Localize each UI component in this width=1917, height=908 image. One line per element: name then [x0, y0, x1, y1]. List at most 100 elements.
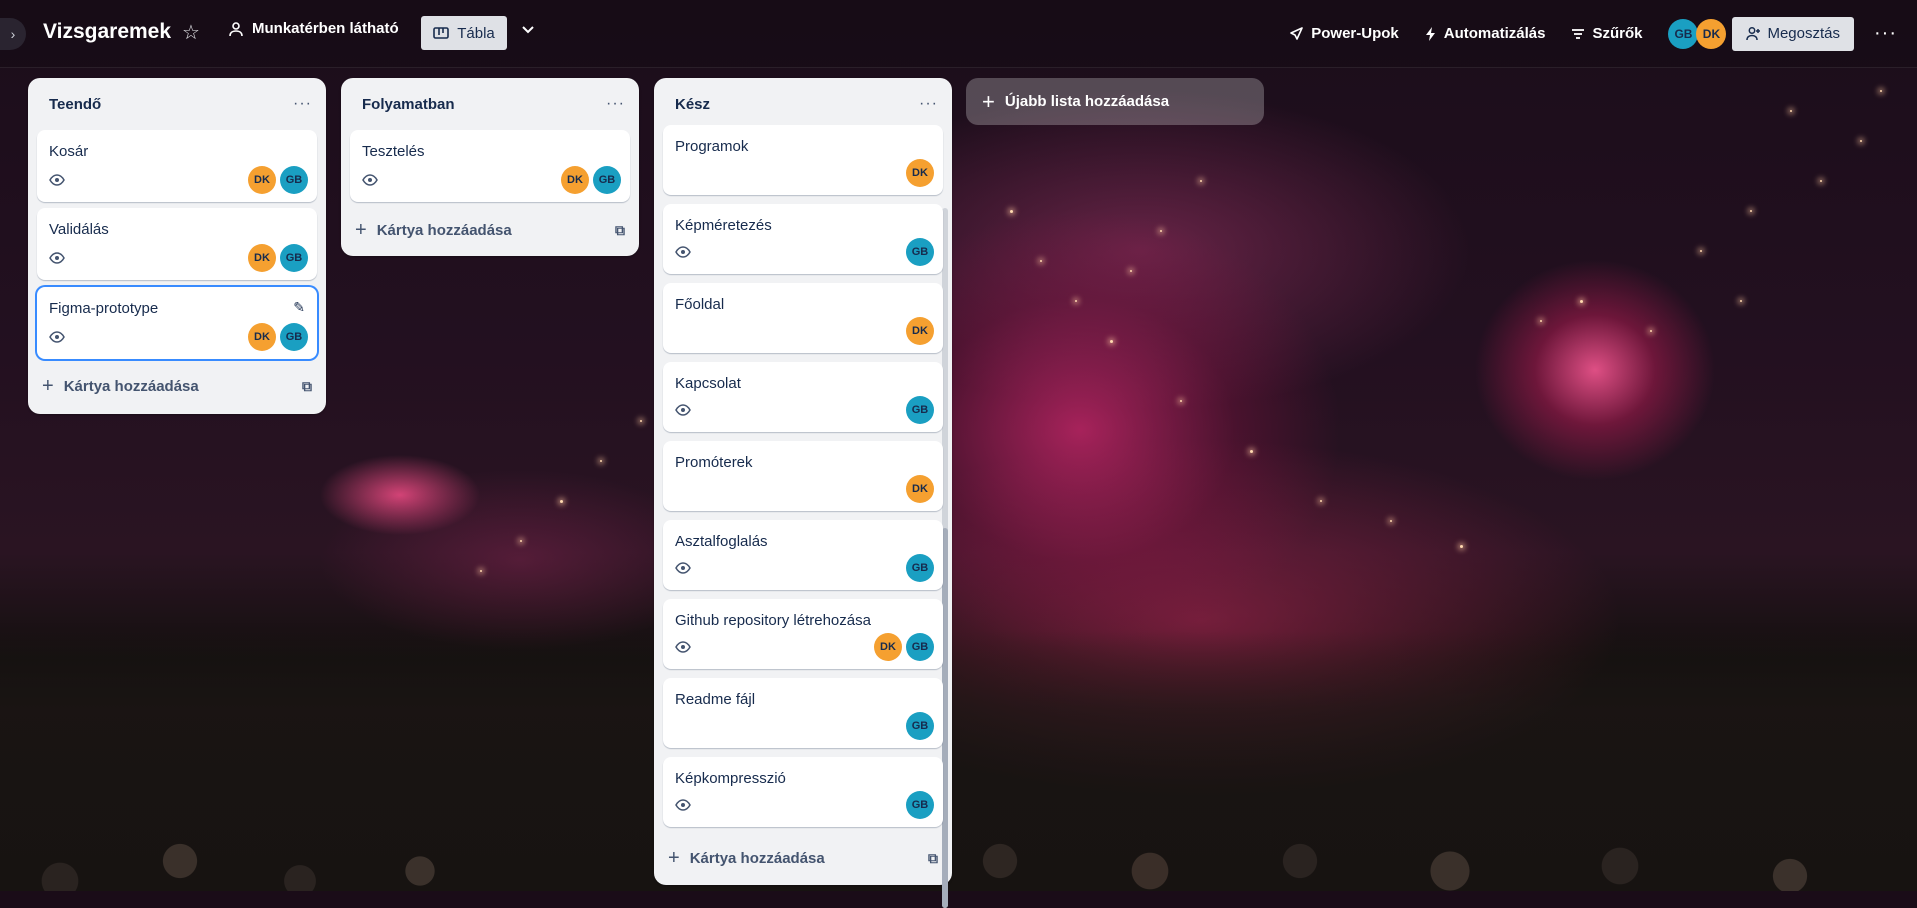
sparkle — [600, 460, 602, 462]
card-title: Kosár — [49, 143, 89, 160]
card-members: DK GB — [248, 323, 308, 351]
card[interactable]: Képkompresszió GB — [663, 757, 943, 827]
star-button[interactable]: ☆ — [182, 20, 200, 45]
template-icon[interactable]: ⧉ — [928, 850, 938, 867]
automation-label: Automatizálás — [1443, 25, 1546, 42]
share-button[interactable]: Megosztás — [1732, 16, 1855, 51]
add-card-label: Kártya hozzáadása — [63, 377, 199, 395]
member-avatar[interactable]: GB — [906, 238, 934, 266]
eye-icon — [675, 245, 691, 263]
list-header: Teendő ··· — [28, 78, 326, 130]
member-avatar[interactable]: GB — [906, 396, 934, 424]
list-title[interactable]: Teendő — [49, 96, 101, 113]
member-avatar[interactable]: GB — [280, 244, 308, 272]
list-title[interactable]: Folyamatban — [362, 96, 455, 113]
card[interactable]: Github repository létrehozása DK GB — [663, 599, 943, 669]
list-title[interactable]: Kész — [675, 96, 710, 113]
header-tools: Power-Upok Automatizálás Szűrők GB DK Me… — [1288, 0, 1917, 67]
member-avatar[interactable]: DK — [874, 633, 902, 661]
list-folyamatban[interactable]: Folyamatban ··· Tesztelés DK GB + Kártya hozzá… — [341, 78, 639, 256]
member-avatar[interactable]: GB — [280, 166, 308, 194]
member-avatar[interactable]: DK — [561, 166, 589, 194]
sparkle — [1390, 520, 1392, 522]
share-label: Megosztás — [1767, 25, 1841, 42]
card[interactable]: Asztalfoglalás GB — [663, 520, 943, 590]
card-title: Readme fájl — [675, 691, 756, 708]
member-avatar[interactable]: GB — [906, 633, 934, 661]
automation-button[interactable]: Automatizálás — [1425, 25, 1546, 42]
list-header: Kész ··· — [654, 78, 952, 130]
card[interactable]: Programok DK — [663, 125, 943, 195]
power-ups-button[interactable]: Power-Upok — [1288, 25, 1399, 42]
card-members: DK GB — [248, 166, 308, 194]
card[interactable]: Validálás DK GB — [37, 208, 317, 280]
visibility-button[interactable]: Munkatérben látható — [228, 20, 399, 37]
card-members: GB — [906, 554, 934, 582]
board-view-button[interactable]: Tábla — [421, 16, 507, 50]
add-person-icon — [1746, 27, 1761, 41]
view-switcher-button[interactable] — [520, 21, 536, 42]
member-avatar[interactable]: GB — [906, 554, 934, 582]
rocket-icon — [1290, 26, 1304, 40]
add-card-button[interactable]: + Kártya hozzáadása ⧉ — [355, 214, 625, 246]
chevron-right-icon: › — [10, 26, 16, 42]
member-avatar[interactable]: GB — [280, 323, 308, 351]
plus-icon: + — [42, 374, 54, 397]
card[interactable]: Kosár DK GB — [37, 130, 317, 202]
card-title: Figma-prototype — [49, 300, 159, 317]
board-menu-button[interactable]: ··· — [1874, 22, 1897, 45]
sidebar-toggle-button[interactable]: › — [0, 18, 26, 50]
member-avatar[interactable]: DK — [906, 475, 934, 503]
card-members: DK GB — [248, 244, 308, 272]
board-view-label: Tábla — [457, 24, 495, 42]
add-list-button[interactable]: + Újabb lista hozzáadása — [966, 78, 1264, 125]
card[interactable]: Readme fájl GB — [663, 678, 943, 748]
list-menu-button[interactable]: ··· — [606, 95, 625, 113]
member-avatar[interactable]: GB — [906, 791, 934, 819]
filters-button[interactable]: Szűrők — [1571, 25, 1642, 42]
card-members: DK GB — [874, 633, 934, 661]
eye-icon — [49, 173, 65, 191]
add-card-label: Kártya hozzáadása — [376, 221, 512, 239]
member-avatar[interactable]: DK — [906, 317, 934, 345]
sparkle — [1750, 210, 1752, 212]
add-card-button[interactable]: + Kártya hozzáadása ⧉ — [42, 370, 312, 402]
card[interactable]: Tesztelés DK GB — [350, 130, 630, 202]
add-card-button[interactable]: + Kártya hozzáadása ⧉ — [668, 842, 938, 874]
member-avatar[interactable]: DK — [906, 159, 934, 187]
sparkle — [1860, 140, 1862, 142]
card[interactable]: Főoldal DK — [663, 283, 943, 353]
list-menu-button[interactable]: ··· — [919, 95, 938, 113]
member-avatar[interactable]: GB — [906, 712, 934, 740]
board-header: › Vizsgaremek ☆ Munkatérben látható Tábl… — [0, 0, 1917, 68]
sparkle — [1160, 230, 1162, 232]
sparkle — [640, 420, 642, 422]
eye-icon — [675, 403, 691, 421]
card-members: GB — [906, 396, 934, 424]
card[interactable]: Figma-prototype ✎ DK GB — [37, 287, 317, 359]
power-ups-label: Power-Upok — [1311, 25, 1399, 42]
card[interactable]: Kapcsolat GB — [663, 362, 943, 432]
sparkle — [1180, 400, 1182, 402]
card[interactable]: Képméretezés GB — [663, 204, 943, 274]
card[interactable]: Promóterek DK — [663, 441, 943, 511]
member-avatar[interactable]: GB — [593, 166, 621, 194]
member-avatar[interactable]: DK — [1696, 18, 1727, 49]
eye-icon — [49, 251, 65, 269]
list-kesz[interactable]: Kész ··· Programok DK Képméretezés GB Főoldal D… — [654, 78, 952, 908]
template-icon[interactable]: ⧉ — [302, 378, 312, 395]
list-menu-button[interactable]: ··· — [293, 95, 312, 113]
card-title: Asztalfoglalás — [675, 533, 768, 550]
list-teendo[interactable]: Teendő ··· Kosár DK GB Validálás DK GB Figma-pro… — [28, 78, 326, 414]
template-icon[interactable]: ⧉ — [615, 222, 625, 239]
member-avatar[interactable]: GB — [1668, 18, 1699, 49]
chevron-down-icon — [522, 26, 534, 34]
add-card-label: Kártya hozzáadása — [689, 849, 825, 867]
board-title[interactable]: Vizsgaremek — [43, 20, 171, 44]
pencil-icon[interactable]: ✎ — [293, 299, 305, 316]
member-avatar[interactable]: DK — [248, 323, 276, 351]
card-title: Képkompresszió — [675, 770, 786, 787]
member-avatar[interactable]: DK — [248, 244, 276, 272]
sparkle — [1580, 300, 1583, 303]
member-avatar[interactable]: DK — [248, 166, 276, 194]
